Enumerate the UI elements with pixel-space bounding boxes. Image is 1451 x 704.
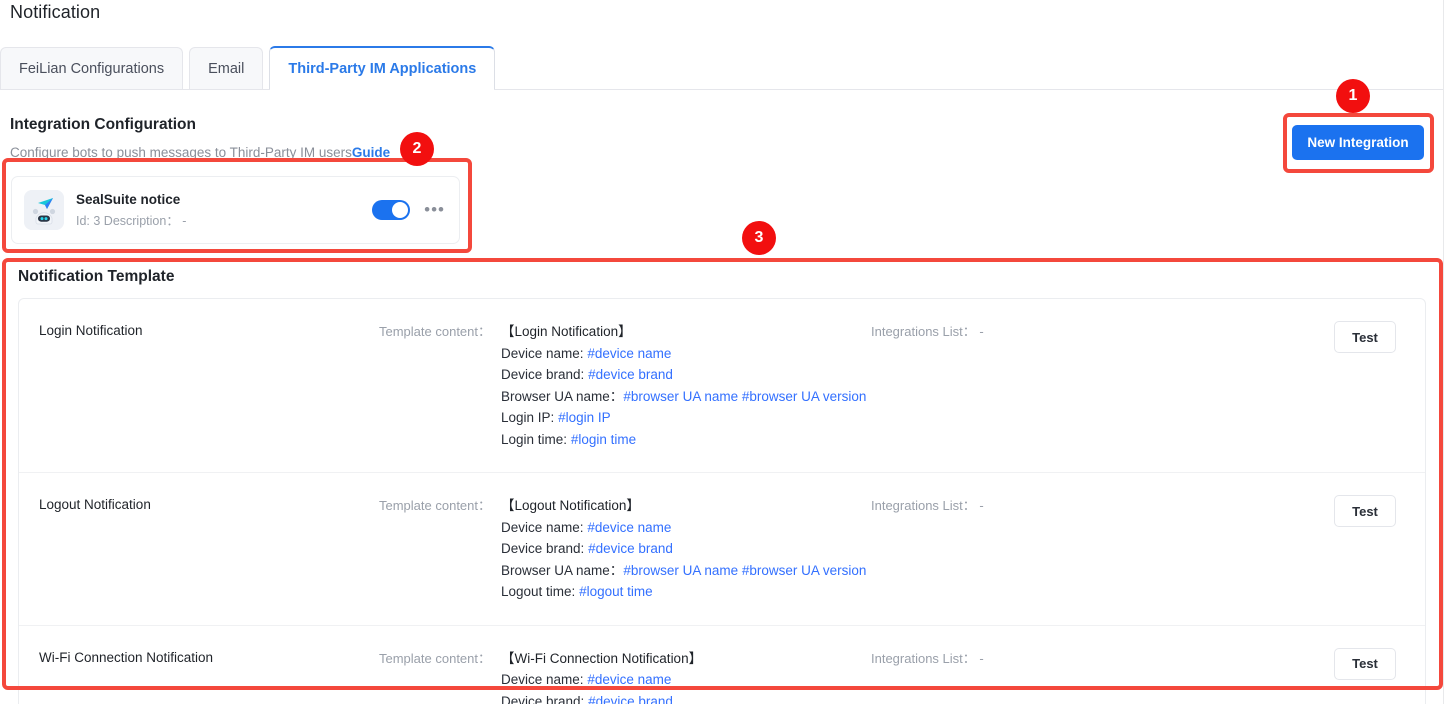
new-integration-button[interactable]: New Integration <box>1292 125 1424 160</box>
line-text: Login IP: <box>501 410 559 425</box>
notification-template-title: Notification Template <box>18 268 175 285</box>
template-content-line: Device name: #device name <box>501 669 702 691</box>
template-content-line: Device brand: #device brand <box>501 538 866 560</box>
toggle-knob <box>392 202 409 218</box>
template-variable-token: #device brand <box>588 541 673 556</box>
template-content-label: Template content： <box>379 650 492 666</box>
template-action-cell: Test <box>1305 647 1425 704</box>
template-action-cell: Test <box>1305 495 1425 603</box>
annotation-badge-3: 3 <box>742 221 776 255</box>
notification-template-panel: Notification Template Login Notification… <box>10 260 1434 704</box>
integration-info: SealSuite notice Id: 3 Description： - <box>76 191 372 230</box>
line-text: 【Wi-Fi Connection Notification】 <box>501 650 703 666</box>
integration-name: SealSuite notice <box>76 191 181 207</box>
template-content-line: Login time: #login time <box>501 429 866 451</box>
template-variable-token: #browser UA name #browser UA version <box>623 562 867 578</box>
line-text: 【Logout Notification】 <box>501 498 640 513</box>
template-variable-token: #device name <box>587 519 672 535</box>
line-text: Device brand: <box>501 693 589 704</box>
template-variable-token: #logout time <box>579 584 653 599</box>
page-title: Notification <box>10 2 101 22</box>
template-content-lines: 【Login Notification】 Device name: #device… <box>501 321 866 450</box>
line-text: Device name: <box>501 672 588 687</box>
line-text: 【Login Notification】 <box>501 324 632 339</box>
template-content-line: Device brand: #device brand <box>501 691 702 704</box>
template-content-line: Logout time: #logout time <box>501 581 866 603</box>
integration-configuration-subtitle: Configure bots to push messages to Third… <box>10 145 390 160</box>
template-variable-token: #login time <box>570 431 637 447</box>
test-button[interactable]: Test <box>1334 495 1396 527</box>
template-content-cell: Template content： 【Wi-Fi Connection Notif… <box>379 648 857 704</box>
guide-link[interactable]: Guide <box>352 145 390 160</box>
notification-template-list: Login Notification Template content： 【Logi… <box>18 298 1426 704</box>
template-name: Wi-Fi Connection Notification <box>39 649 214 665</box>
annotation-badge-2: 2 <box>400 132 434 166</box>
template-content-line: Device name: #device name <box>501 343 866 365</box>
test-button[interactable]: Test <box>1334 321 1396 353</box>
template-content-line: Browser UA name：#browser UA name #browse… <box>501 560 866 582</box>
template-variable-token: #device name <box>587 672 672 687</box>
table-row: Logout Notification Template content： 【Log… <box>19 473 1425 626</box>
template-content-label: Template content： <box>379 498 492 513</box>
bot-avatar-icon <box>24 190 64 230</box>
annotation-badge-1: 1 <box>1336 79 1370 113</box>
template-content-label: Template content： <box>379 324 492 339</box>
more-options-icon[interactable]: ••• <box>424 201 445 218</box>
tab-bar: FeiLian Configurations Email Third-Party… <box>0 46 1443 90</box>
integrations-list-cell: Integrations List： - <box>871 498 984 513</box>
template-content-lines: 【Logout Notification】 Device name: #devic… <box>501 495 866 603</box>
integration-card[interactable]: SealSuite notice Id: 3 Description： - ••… <box>11 176 460 244</box>
integration-meta: Id: 3 Description： - <box>76 213 187 228</box>
tab-third-party-im-applications[interactable]: Third-Party IM Applications <box>269 46 496 90</box>
template-content-line: Device brand: #device brand <box>501 364 866 386</box>
line-text: Device brand: <box>501 541 589 556</box>
line-text: Device name: <box>501 519 588 535</box>
tab-feilian-configurations[interactable]: FeiLian Configurations <box>0 47 184 89</box>
integrations-list-cell: Integrations List： - <box>871 324 984 339</box>
template-variable-token: #device name <box>587 345 672 361</box>
template-content-cell: Template content： 【Logout Notification】 De… <box>379 495 866 603</box>
table-row: Wi-Fi Connection Notification Template co… <box>19 626 1425 704</box>
integrations-list-cell: Integrations List： - <box>871 650 984 666</box>
template-content-line: 【Logout Notification】 <box>501 495 866 517</box>
template-variable-token: #device brand <box>588 693 673 704</box>
template-content-line: 【Wi-Fi Connection Notification】 <box>501 648 702 670</box>
template-variable-token: #login IP <box>558 410 611 425</box>
template-content-line: Login IP: #login IP <box>501 407 866 429</box>
test-button[interactable]: Test <box>1334 647 1396 680</box>
notification-settings-page: Notification FeiLian Configurations Emai… <box>0 0 1451 704</box>
line-text: Device name: <box>501 345 588 361</box>
template-content-lines: 【Wi-Fi Connection Notification】 Device na… <box>501 648 702 704</box>
integration-configuration-heading: Integration Configuration <box>10 116 196 133</box>
line-text: Browser UA name： <box>501 388 624 404</box>
integration-enable-toggle[interactable] <box>372 200 411 220</box>
template-action-cell: Test <box>1305 321 1425 450</box>
template-name: Logout Notification <box>39 497 151 512</box>
table-row: Login Notification Template content： 【Logi… <box>19 299 1425 473</box>
template-content-line: 【Login Notification】 <box>501 321 866 343</box>
template-name: Login Notification <box>39 323 143 338</box>
template-variable-token: #device brand <box>588 367 673 382</box>
page-right-edge <box>1443 0 1444 704</box>
template-variable-token: #browser UA name #browser UA version <box>623 388 867 404</box>
line-text: Device brand: <box>501 367 589 382</box>
template-content-line: Browser UA name：#browser UA name #browse… <box>501 386 866 408</box>
line-text: Login time: <box>501 431 571 447</box>
line-text: Browser UA name： <box>501 562 624 578</box>
tab-email[interactable]: Email <box>189 47 264 89</box>
template-content-cell: Template content： 【Login Notification】 Dev… <box>379 321 866 450</box>
template-content-line: Device name: #device name <box>501 517 866 539</box>
subtitle-text: Configure bots to push messages to Third… <box>10 145 352 160</box>
line-text: Logout time: <box>501 584 580 599</box>
